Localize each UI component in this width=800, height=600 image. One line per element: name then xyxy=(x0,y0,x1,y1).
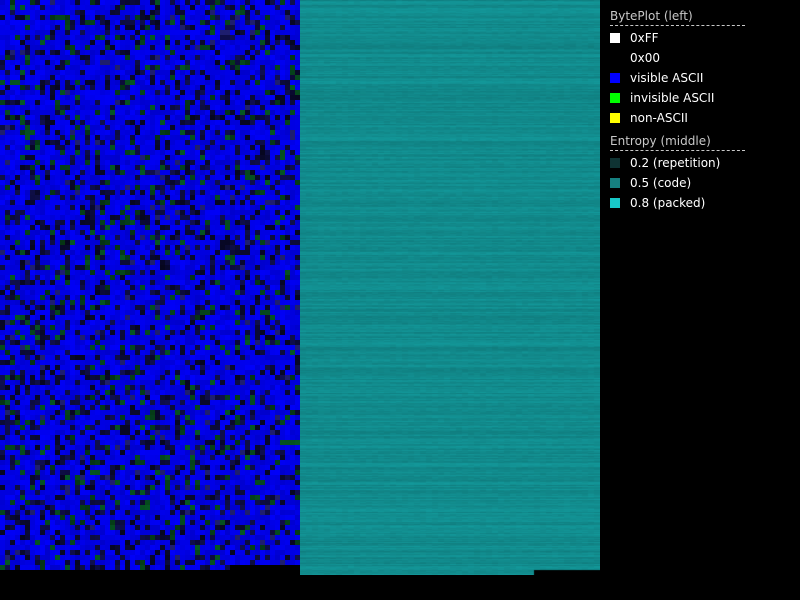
legend-item-entropy-code: 0.5 (code) xyxy=(610,173,745,193)
legend-label: visible ASCII xyxy=(630,71,704,85)
entropy-pane[interactable] xyxy=(300,0,600,575)
byteplot-pane[interactable] xyxy=(0,0,300,575)
legend-item-entropy-repetition: 0.2 (repetition) xyxy=(610,153,745,173)
teal-square-icon xyxy=(610,178,620,188)
legend-label: non-ASCII xyxy=(630,111,688,125)
entropy-canvas[interactable] xyxy=(300,0,600,575)
white-square-icon xyxy=(610,33,620,43)
legend-label: invisible ASCII xyxy=(630,91,715,105)
legend-label: 0x00 xyxy=(630,51,661,65)
dark-teal-square-icon xyxy=(610,158,620,168)
legend-label: 0xFF xyxy=(630,31,659,45)
legend-item-invisible-ascii: invisible ASCII xyxy=(610,88,745,108)
legend-item-visible-ascii: visible ASCII xyxy=(610,68,745,88)
legend-byteplot-title: BytePlot (left) xyxy=(610,7,745,26)
legend-label: 0.5 (code) xyxy=(630,176,692,190)
legend: BytePlot (left) 0xFF 0x00 visible ASCII … xyxy=(610,7,745,213)
legend-item-0x00: 0x00 xyxy=(610,48,745,68)
legend-label: 0.2 (repetition) xyxy=(630,156,721,170)
legend-item-non-ascii: non-ASCII xyxy=(610,108,745,128)
green-square-icon xyxy=(610,93,620,103)
legend-label: 0.8 (packed) xyxy=(630,196,706,210)
cyan-square-icon xyxy=(610,198,620,208)
legend-item-0xff: 0xFF xyxy=(610,28,745,48)
yellow-square-icon xyxy=(610,113,620,123)
visualization-stage: BytePlot (left) 0xFF 0x00 visible ASCII … xyxy=(0,0,800,600)
byteplot-canvas[interactable] xyxy=(0,0,300,575)
blue-square-icon xyxy=(610,73,620,83)
legend-item-entropy-packed: 0.8 (packed) xyxy=(610,193,745,213)
legend-entropy-title: Entropy (middle) xyxy=(610,132,745,151)
black-square-icon xyxy=(610,53,620,63)
